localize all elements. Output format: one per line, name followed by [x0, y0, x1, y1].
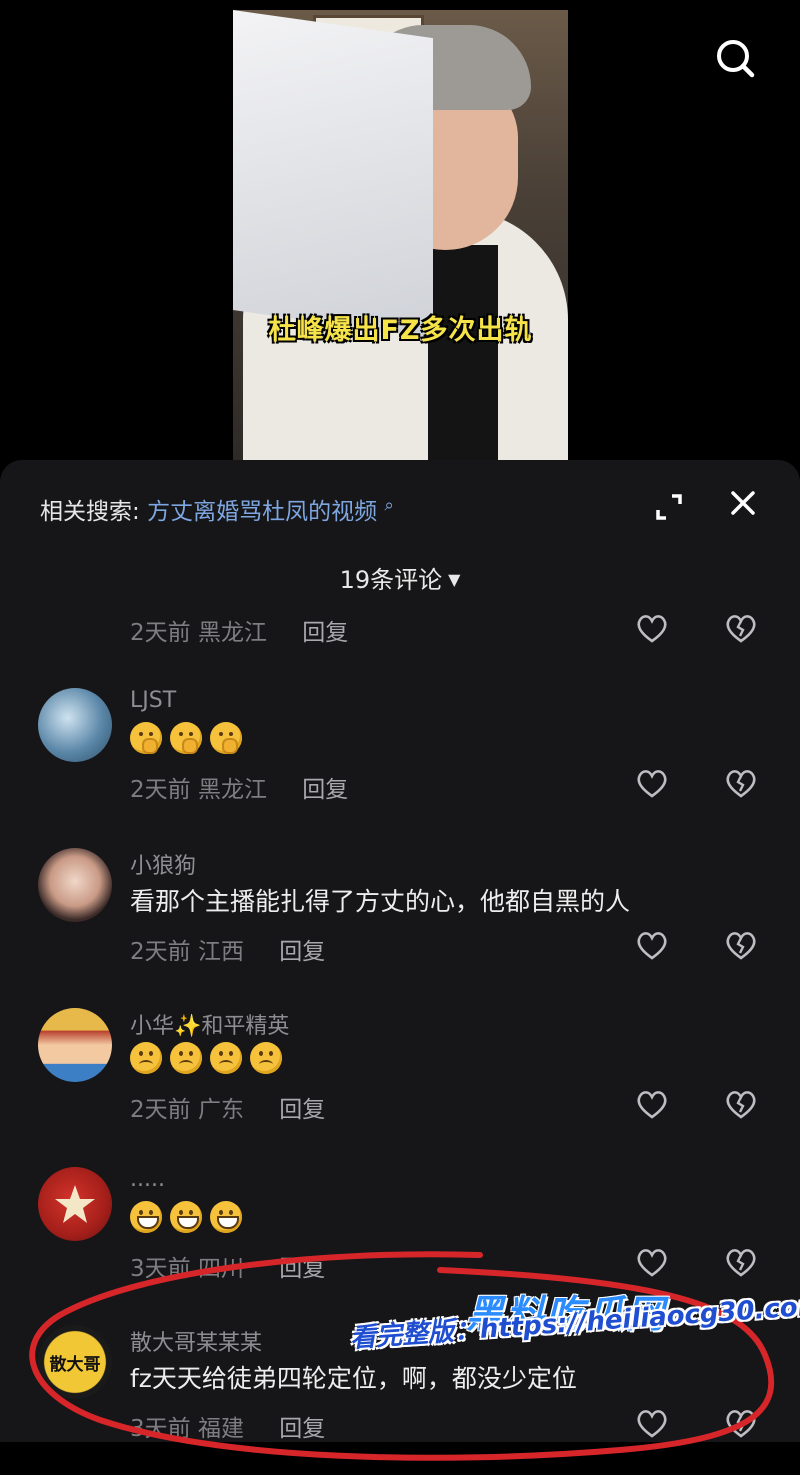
dislike-button[interactable] — [724, 1407, 758, 1439]
like-button[interactable] — [635, 612, 669, 644]
avatar[interactable] — [38, 1008, 112, 1082]
related-search[interactable]: 相关搜索: 方丈离婚骂杜凤的视频 ⌕ — [40, 492, 394, 526]
search-icon — [717, 40, 755, 78]
like-button[interactable] — [635, 1407, 669, 1439]
dislike-button[interactable] — [724, 1246, 758, 1278]
broken-heart-icon — [726, 615, 756, 643]
comment-time: 2天前 — [130, 620, 191, 646]
heart-icon — [637, 1091, 667, 1119]
comment-count-dropdown[interactable]: 19条评论 ▼ — [0, 560, 800, 595]
heart-icon — [637, 615, 667, 643]
avatar[interactable] — [38, 1167, 112, 1241]
comment-author[interactable]: ..... — [130, 1167, 165, 1192]
comment-meta: 2天前 黑龙江 回复 — [130, 613, 348, 647]
reply-button[interactable]: 回复 — [302, 620, 348, 646]
comment-time: 2天前 — [130, 777, 191, 803]
comment-time: 3天前 — [130, 1256, 191, 1282]
grin-emoji-icon — [170, 1201, 202, 1233]
broken-heart-icon — [726, 1410, 756, 1438]
like-button[interactable] — [635, 1088, 669, 1120]
comment-meta: 3天前 四川 回复 — [130, 1249, 325, 1283]
expand-icon — [656, 494, 682, 520]
heart-icon — [637, 770, 667, 798]
broken-heart-icon — [726, 1091, 756, 1119]
reply-button[interactable]: 回复 — [279, 1097, 325, 1123]
close-icon — [731, 491, 755, 515]
comment-location: 江西 — [197, 939, 244, 965]
upside-down-face-icon — [170, 1042, 202, 1074]
video-caption: 杜峰爆出FZ多次出轨 — [268, 315, 533, 346]
heart-icon — [637, 1249, 667, 1277]
comment-text: 看那个主播能扎得了方丈的心，他都自黑的人 — [130, 887, 631, 916]
comment-location: 福建 — [197, 1416, 244, 1442]
broken-heart-icon — [726, 932, 756, 960]
dislike-button[interactable] — [724, 929, 758, 961]
like-button[interactable] — [635, 929, 669, 961]
dislike-button[interactable] — [724, 767, 758, 799]
close-button[interactable] — [728, 488, 758, 518]
related-search-prefix: 相关搜索: — [40, 499, 140, 525]
grin-emoji-icon — [130, 1201, 162, 1233]
broken-heart-icon — [726, 1249, 756, 1277]
video-player[interactable]: 杜峰爆出FZ多次出轨 — [233, 10, 568, 460]
comment-author[interactable]: 小狼狗 — [130, 848, 196, 880]
comment-location: 四川 — [197, 1256, 244, 1282]
comment-location: 广东 — [197, 1097, 244, 1123]
reply-button[interactable]: 回复 — [279, 939, 325, 965]
comment-location: 黑龙江 — [197, 620, 267, 646]
comment-meta: 2天前 江西 回复 — [130, 932, 325, 966]
heart-icon — [637, 1410, 667, 1438]
reply-button[interactable]: 回复 — [302, 777, 348, 803]
related-search-query[interactable]: 方丈离婚骂杜凤的视频 — [147, 499, 377, 525]
comment-count: 19条评论 — [339, 566, 443, 594]
dislike-button[interactable] — [724, 1088, 758, 1120]
comment-emojis — [130, 1042, 282, 1074]
avatar[interactable]: 散大哥 — [38, 1325, 112, 1399]
comment-time: 2天前 — [130, 1097, 191, 1123]
broken-heart-icon — [726, 770, 756, 798]
search-button[interactable] — [712, 35, 758, 81]
upside-down-face-icon — [210, 1042, 242, 1074]
comment-time: 2天前 — [130, 939, 191, 965]
avatar[interactable] — [38, 848, 112, 922]
comment-text: fz天天给徒弟四轮定位，啊，都没少定位 — [130, 1364, 577, 1393]
star-icon — [55, 1185, 95, 1223]
comment-author[interactable]: 散大哥某某某 — [130, 1325, 262, 1357]
reply-button[interactable]: 回复 — [279, 1416, 325, 1442]
avatar[interactable] — [38, 688, 112, 762]
comment-author[interactable]: 小华✨和平精英 — [130, 1008, 289, 1040]
grin-emoji-icon — [210, 1201, 242, 1233]
comment-meta: 2天前 黑龙江 回复 — [130, 770, 348, 804]
like-button[interactable] — [635, 767, 669, 799]
expand-button[interactable] — [652, 490, 686, 524]
hush-emoji-icon — [170, 722, 202, 754]
reply-button[interactable]: 回复 — [279, 1256, 325, 1282]
chevron-down-icon: ▼ — [448, 570, 461, 589]
upside-down-face-icon — [130, 1042, 162, 1074]
presenter-shirt — [428, 245, 498, 460]
comment-author[interactable]: LJST — [130, 688, 176, 713]
comment-location: 黑龙江 — [197, 777, 267, 803]
comment-meta: 2天前 广东 回复 — [130, 1090, 325, 1124]
avatar-label: 散大哥 — [49, 1354, 101, 1375]
comment-meta: 3天前 福建 回复 — [130, 1409, 325, 1443]
comment-emojis — [130, 1201, 242, 1233]
comment-time: 3天前 — [130, 1416, 191, 1442]
heart-icon — [637, 932, 667, 960]
search-small-icon: ⌕ — [384, 495, 394, 516]
hush-emoji-icon — [130, 722, 162, 754]
like-button[interactable] — [635, 1246, 669, 1278]
dislike-button[interactable] — [724, 612, 758, 644]
paper-sheet — [233, 10, 433, 339]
comment-emojis — [130, 722, 242, 754]
upside-down-face-icon — [250, 1042, 282, 1074]
hush-emoji-icon — [210, 722, 242, 754]
